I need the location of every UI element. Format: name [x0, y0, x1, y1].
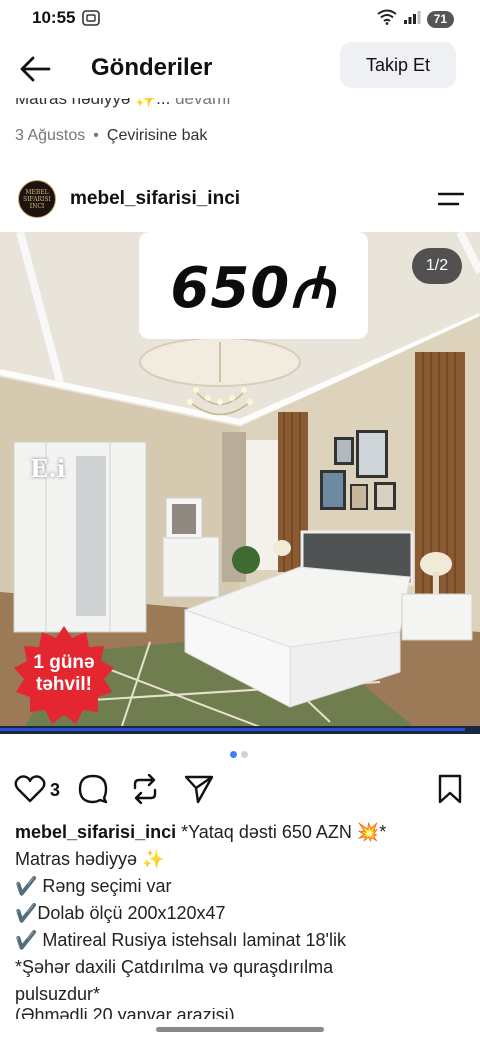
carousel-indicator: [230, 751, 248, 758]
delivery-text: 1 günə təhvil!: [12, 652, 116, 696]
wifi-icon: [377, 9, 397, 30]
caption-text-8: (Əhmədli 20 yanvar arazisi): [15, 1008, 235, 1019]
translate-link[interactable]: Çevirisine bak: [107, 127, 207, 144]
back-arrow-icon[interactable]: [18, 54, 52, 84]
page-title: Gönderiler: [91, 54, 213, 81]
caption-line-8: (Əhmədli 20 yanvar arazisi): [15, 1008, 465, 1019]
comment-icon[interactable]: [78, 774, 108, 809]
meta-separator: •: [93, 127, 99, 144]
caption-line-5: ✔️ Matireal Rusiya istehsalı laminat 18'…: [15, 930, 346, 950]
avatar[interactable]: MEBEL SIFARISI INCI: [18, 180, 56, 218]
more-link[interactable]: devamı: [175, 98, 231, 108]
app-header: Gönderiler Takip Et: [0, 38, 480, 98]
delivery-line-1: 1 günə: [33, 652, 95, 673]
previous-caption-text: Matras hədiyyə ✨...: [15, 98, 171, 108]
caption-line-7: pulsuzdur*: [15, 984, 101, 1004]
image-progress-bar: [0, 726, 480, 734]
avatar-logo-text: MEBEL SIFARISI INCI: [23, 188, 51, 210]
post-caption: mebel_sifarisi_inci *Yataq dəsti 650 AZN…: [15, 819, 465, 1019]
caption-line-2: Matras hədiyyə ✨: [15, 849, 165, 869]
post-date: 3 Ağustos: [15, 127, 86, 144]
repost-icon[interactable]: [131, 773, 159, 809]
status-bar: 10:55 71: [0, 0, 480, 36]
caption-line-1: mebel_sifarisi_inci *Yataq dəsti 650 AZN…: [15, 819, 465, 846]
heart-icon[interactable]: [14, 774, 46, 809]
price-tag: 650₼: [139, 232, 368, 339]
delivery-badge: 1 günə təhvil!: [12, 624, 116, 728]
more-options-icon[interactable]: [437, 190, 465, 208]
battery-indicator: 71: [426, 11, 454, 28]
share-icon[interactable]: [184, 774, 214, 809]
carousel-dot: [241, 751, 248, 758]
post-header: MEBEL SIFARISI INCI mebel_sifarisi_inci: [0, 176, 480, 224]
previous-post-meta: 3 Ağustos • Çevirisine bak: [15, 127, 207, 145]
image-page-counter: 1/2: [412, 248, 462, 284]
post-username[interactable]: mebel_sifarisi_inci: [70, 188, 240, 210]
bookmark-icon[interactable]: [438, 774, 462, 809]
previous-post-caption[interactable]: Matras hədiyyə ✨... devamı: [15, 98, 231, 112]
caption-text-1: *Yataq dəsti 650 AZN 💥*: [181, 822, 387, 842]
price-text: 650₼: [170, 255, 337, 321]
home-indicator[interactable]: [156, 1027, 324, 1032]
delivery-line-2: təhvil!: [36, 674, 92, 695]
follow-button[interactable]: Takip Et: [340, 42, 456, 88]
like-count[interactable]: 3: [50, 780, 60, 801]
caption-username[interactable]: mebel_sifarisi_inci: [15, 822, 176, 842]
status-time: 10:55: [32, 8, 76, 27]
caption-line-3: ✔️ Rəng seçimi var: [15, 876, 172, 896]
caption-line-4: ✔️Dolab ölçü 200x120x47: [15, 903, 226, 923]
post-image[interactable]: 650₼ 1/2 E.i 1 günə təhvil!: [0, 232, 480, 734]
carousel-dot-active: [230, 751, 237, 758]
screenshot-notification-icon: [82, 10, 100, 31]
signal-icon: [403, 9, 421, 30]
brand-mark: E.i: [30, 454, 66, 483]
post-actions: 3: [0, 772, 480, 808]
caption-line-6: *Şəhər daxili Çatdırılma və quraşdırılma: [15, 957, 334, 977]
